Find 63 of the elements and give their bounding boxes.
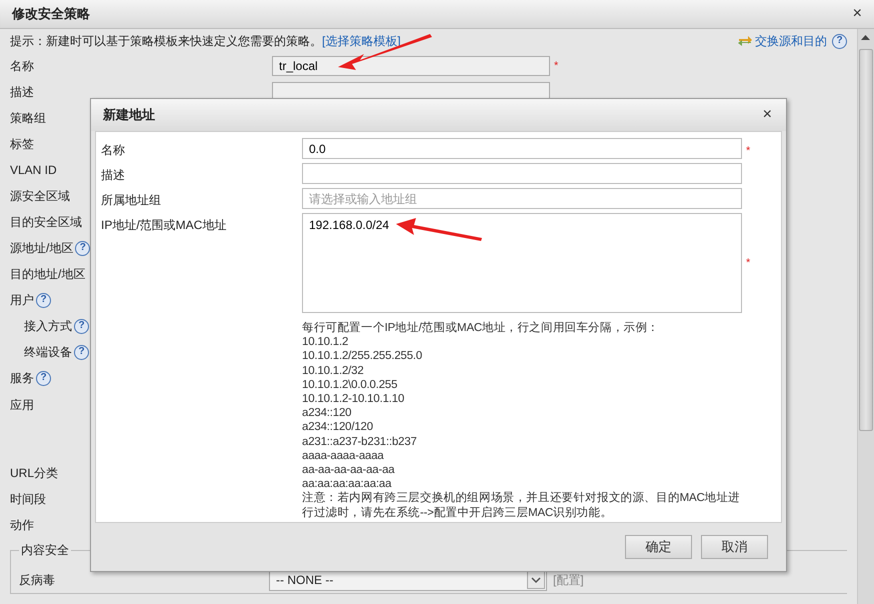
group-legend: 内容安全 xyxy=(19,542,71,559)
required-mark: * xyxy=(554,60,558,72)
text-field[interactable] xyxy=(302,163,742,184)
dialog-button[interactable]: 取消 xyxy=(701,535,768,559)
field-label: 服务 xyxy=(10,370,34,386)
name-field[interactable]: tr_local xyxy=(272,56,550,76)
field-label: VLAN ID xyxy=(10,163,57,177)
field-label: 策略组 xyxy=(10,110,46,126)
help-text: a231::a237-b231::b237 xyxy=(302,434,418,449)
field-label: 源安全区域 xyxy=(10,188,70,204)
required-mark: * xyxy=(746,144,750,156)
field-label: 名称 xyxy=(101,142,126,159)
field-label: 应用 xyxy=(10,397,34,414)
field-label: 所属地址组 xyxy=(101,192,162,209)
swap-icon[interactable] xyxy=(738,35,752,47)
text-field[interactable]: 请选择或输入地址组 xyxy=(302,188,742,209)
field-label: 用户 xyxy=(10,292,34,308)
field-label: 时间段 xyxy=(10,490,46,508)
address-textarea[interactable]: 192.168.0.0/24 xyxy=(302,213,742,313)
close-button[interactable]: × xyxy=(850,5,864,23)
up-arrow-icon[interactable] xyxy=(861,34,870,40)
field-label: 描述 xyxy=(10,84,34,100)
help-icon[interactable]: ? xyxy=(36,292,51,308)
scrollbar[interactable] xyxy=(857,29,874,604)
field-label: 源地址/地区 xyxy=(10,240,74,256)
help-text: 10.10.1.2 xyxy=(302,335,350,350)
help-text: a234::120 xyxy=(302,406,352,420)
field-label: 终端设备 xyxy=(24,344,72,360)
field-label: 动作 xyxy=(10,516,34,534)
help-text: 10.10.1.2-10.10.1.10 xyxy=(302,392,406,406)
required-mark: * xyxy=(746,257,750,269)
dialog-title: 新建地址 xyxy=(103,106,155,124)
help-text: 每行可配置一个IP地址/范围或MAC地址，行之间用回车分隔，示例： xyxy=(302,321,660,336)
field-label: 标签 xyxy=(10,136,34,152)
help-text: a234::120/120 xyxy=(302,420,374,435)
scroll-thumb[interactable] xyxy=(859,49,873,431)
dialog-button[interactable]: 确定 xyxy=(625,535,692,559)
help-icon[interactable]: ? xyxy=(832,34,847,48)
field-label: 名称 xyxy=(10,58,34,74)
help-text: aa:aa:aa:aa:aa:aa xyxy=(302,477,392,491)
help-text: aa-aa-aa-aa-aa-aa xyxy=(302,463,396,478)
help-text: 10.10.1.2/32 xyxy=(302,364,365,378)
config-link[interactable]: [配置] xyxy=(553,572,584,588)
help-icon[interactable]: ? xyxy=(36,370,51,386)
text-field[interactable]: 0.0 xyxy=(302,138,742,159)
help-text: 注意：若内网有跨三层交换机的组网场景，并且还要针对报文的源、目的MAC地址进行过滤时，请先在系统-->配置中开启跨三层MAC识别功能。 xyxy=(302,491,741,520)
swap-link[interactable]: 交换源和目的 xyxy=(755,32,827,50)
help-icon[interactable]: ? xyxy=(74,318,89,334)
help-text: 10.10.1.2/255.255.255.0 xyxy=(302,349,424,364)
field-label: 反病毒 xyxy=(19,572,55,588)
field-label: IP地址/范围或MAC地址 xyxy=(101,217,228,234)
window-title: 修改安全策略 xyxy=(12,5,90,23)
hint-text: 提示：新建时可以基于策略模板来快速定义您需要的策略。 xyxy=(10,32,322,50)
field-label: URL分类 xyxy=(10,464,58,482)
field-label: 接入方式 xyxy=(24,318,72,334)
field-label: 目的地址/地区 xyxy=(10,266,86,282)
help-icon[interactable]: ? xyxy=(74,344,89,360)
help-text: 10.10.1.2\0.0.0.255 xyxy=(302,378,398,392)
field-label: 描述 xyxy=(101,167,126,184)
close-button[interactable]: × xyxy=(760,106,774,124)
help-icon[interactable]: ? xyxy=(75,240,90,256)
help-text: aaaa-aaaa-aaaa xyxy=(302,448,385,464)
field-label: 目的安全区域 xyxy=(10,214,82,230)
